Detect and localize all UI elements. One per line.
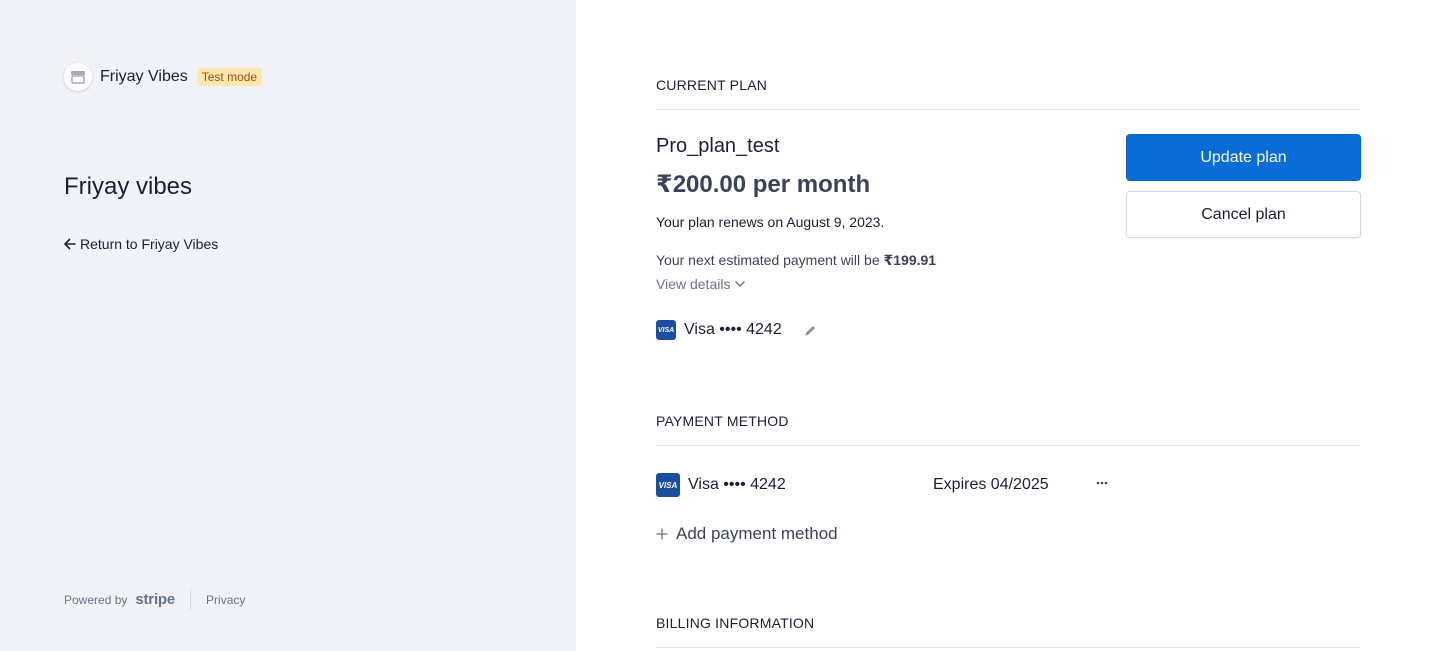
payment-card-label: Visa •••• 4242 xyxy=(688,476,786,493)
store-icon xyxy=(64,63,92,91)
next-payment-amount: ₹199.91 xyxy=(883,252,937,268)
add-payment-method-button[interactable]: Add payment method xyxy=(656,524,838,544)
billing-information-header: BILLING INFORMATION xyxy=(656,615,1360,648)
visa-icon: VISA xyxy=(656,320,676,340)
plus-icon xyxy=(656,528,676,540)
sidebar-panel: Friyay Vibes Test mode Friyay vibes Retu… xyxy=(0,0,576,651)
plan-card-label: Visa •••• 4242 xyxy=(684,321,782,338)
footer-divider xyxy=(190,589,192,610)
plan-payment-card: VISA Visa •••• 4242 xyxy=(656,320,817,340)
view-details-label: View details xyxy=(656,276,731,292)
view-details-toggle[interactable]: View details xyxy=(656,276,746,292)
page-title: Friyay vibes xyxy=(64,173,193,200)
chevron-down-icon xyxy=(730,278,746,290)
brand-name: Friyay Vibes xyxy=(100,68,188,85)
more-horizontal-icon[interactable] xyxy=(1096,473,1108,493)
card-expiry: Expires 04/2025 xyxy=(933,476,1049,493)
payment-method-header: PAYMENT METHOD xyxy=(656,413,1360,446)
next-payment-text: Your next estimated payment will be ₹199… xyxy=(656,252,936,269)
main-panel: CURRENT PLAN Pro_plan_test ₹200.00 per m… xyxy=(576,0,1440,651)
return-link-label: Return to Friyay Vibes xyxy=(80,236,219,252)
pencil-icon[interactable] xyxy=(804,324,817,337)
update-plan-button[interactable]: Update plan xyxy=(1126,134,1361,181)
powered-by-label: Powered by xyxy=(64,592,128,607)
add-payment-method-label: Add payment method xyxy=(676,524,838,543)
payment-method-row: VISA Visa •••• 4242 Expires 04/2025 xyxy=(656,473,1126,497)
plan-name: Pro_plan_test xyxy=(656,135,780,157)
test-mode-badge: Test mode xyxy=(196,68,263,86)
plan-price: ₹200.00 per month xyxy=(656,171,871,198)
privacy-link[interactable]: Privacy xyxy=(206,593,245,607)
footer: Powered by stripe Privacy xyxy=(64,589,245,610)
arrow-left-icon xyxy=(64,238,80,250)
cancel-plan-button[interactable]: Cancel plan xyxy=(1126,191,1361,238)
next-payment-label: Your next estimated payment will be xyxy=(656,252,880,268)
visa-icon: VISA xyxy=(656,473,680,497)
return-link[interactable]: Return to Friyay Vibes xyxy=(64,236,218,252)
stripe-logo[interactable]: stripe xyxy=(135,591,175,608)
current-plan-header: CURRENT PLAN xyxy=(656,77,1360,110)
renewal-text: Your plan renews on August 9, 2023. xyxy=(656,214,885,230)
brand[interactable]: Friyay Vibes Test mode xyxy=(64,63,263,91)
